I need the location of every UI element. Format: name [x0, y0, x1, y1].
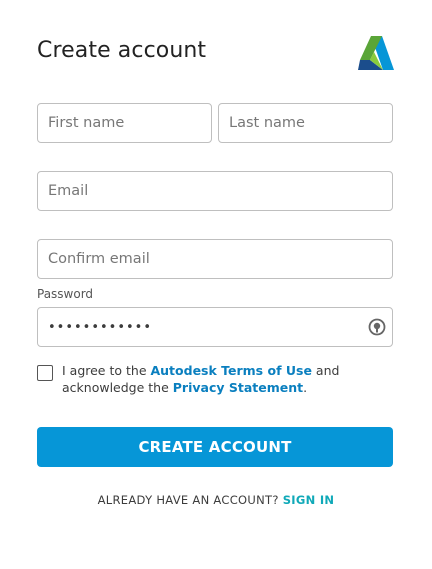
page-title: Create account [37, 38, 207, 63]
agreement-suffix: . [303, 380, 308, 395]
terms-of-use-link[interactable]: Autodesk Terms of Use [150, 363, 311, 378]
eye-icon[interactable] [366, 316, 388, 338]
agreement-prefix: I agree to the [62, 363, 151, 378]
terms-agreement-text: I agree to the Autodesk Terms of Use and… [62, 362, 392, 396]
password-label: Password [37, 287, 94, 301]
confirm-email-field[interactable] [37, 239, 393, 279]
sign-in-prompt: ALREADY HAVE AN ACCOUNT? SIGN IN [0, 493, 432, 507]
first-name-field[interactable] [37, 103, 212, 143]
privacy-statement-link[interactable]: Privacy Statement [173, 380, 303, 395]
autodesk-logo-icon [358, 36, 394, 70]
terms-checkbox[interactable] [37, 365, 53, 381]
create-account-button[interactable]: CREATE ACCOUNT [37, 427, 393, 467]
last-name-field[interactable] [218, 103, 393, 143]
email-field[interactable] [37, 171, 393, 211]
sign-in-link[interactable]: SIGN IN [283, 493, 335, 507]
have-account-text: ALREADY HAVE AN ACCOUNT? [97, 493, 283, 507]
password-field[interactable] [37, 307, 393, 347]
